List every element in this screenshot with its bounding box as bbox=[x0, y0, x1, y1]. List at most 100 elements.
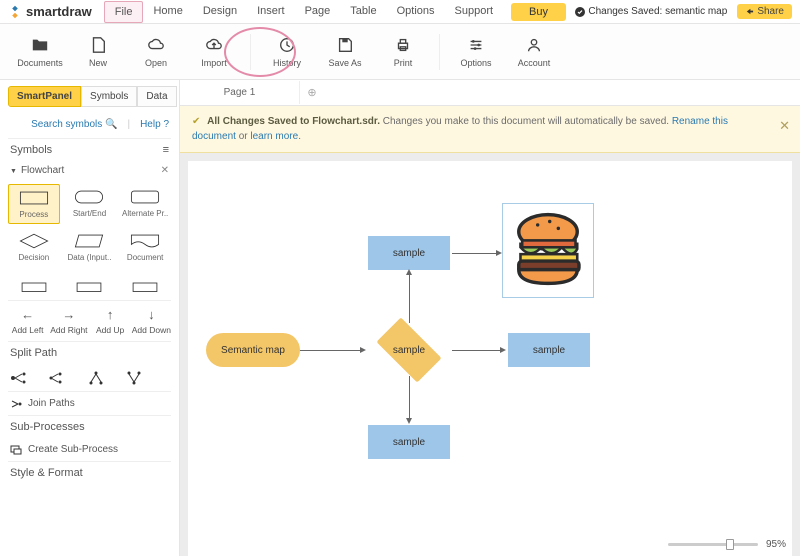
node-sample-right[interactable]: sample bbox=[508, 333, 590, 367]
toolbar-print[interactable]: Print bbox=[381, 36, 425, 68]
toolbar-documents[interactable]: Documents bbox=[18, 36, 62, 68]
style-format-head: Style & Format bbox=[8, 461, 171, 484]
symbol-process[interactable]: Process bbox=[8, 184, 60, 224]
save-status-text: Changes Saved: semantic map bbox=[588, 6, 727, 17]
symbol-partial[interactable] bbox=[119, 270, 171, 296]
notice-bold: All Changes Saved to Flowchart.sdr. bbox=[207, 116, 380, 127]
toolbar-new[interactable]: New bbox=[76, 36, 120, 68]
subprocess-head: Sub-Processes bbox=[8, 415, 171, 438]
brand-text: smartdraw bbox=[26, 4, 92, 19]
subprocess-icon bbox=[10, 445, 22, 455]
arrowhead bbox=[500, 347, 506, 353]
panel-tab-data[interactable]: Data bbox=[137, 86, 176, 107]
save-icon bbox=[336, 36, 354, 54]
symbol-partial[interactable] bbox=[8, 270, 60, 296]
learn-more-link[interactable]: learn more bbox=[250, 131, 298, 142]
buy-button[interactable]: Buy bbox=[511, 3, 566, 21]
add-left-button[interactable]: ←Add Left bbox=[8, 307, 47, 335]
add-right-button[interactable]: →Add Right bbox=[49, 307, 88, 335]
node-semantic-map[interactable]: Semantic map bbox=[206, 333, 300, 367]
menu-support[interactable]: Support bbox=[445, 1, 504, 23]
arrowhead bbox=[496, 250, 502, 256]
arrow-left-icon: ← bbox=[21, 307, 34, 322]
cloud-up-icon bbox=[205, 36, 223, 54]
zoom-bar: 95% bbox=[668, 539, 786, 550]
folder-icon bbox=[31, 36, 49, 54]
menu-table[interactable]: Table bbox=[340, 1, 386, 23]
file-icon bbox=[89, 36, 107, 54]
symbol-category-row[interactable]: ▼Flowchart ✕ bbox=[8, 161, 171, 180]
join-paths-button[interactable]: Join Paths bbox=[8, 391, 171, 415]
split-icon-3[interactable] bbox=[86, 371, 106, 385]
menu-options[interactable]: Options bbox=[387, 1, 445, 23]
menu-file[interactable]: File bbox=[104, 1, 144, 23]
zoom-slider[interactable] bbox=[668, 543, 758, 546]
share-button[interactable]: Share bbox=[737, 4, 792, 19]
symbol-data-input-[interactable]: Data (Input.. bbox=[64, 228, 116, 266]
check-circle-icon: ✔ bbox=[192, 116, 200, 127]
add-up-button[interactable]: ↑Add Up bbox=[91, 307, 130, 335]
close-icon[interactable]: ✕ bbox=[161, 165, 169, 176]
menu-design[interactable]: Design bbox=[193, 1, 247, 23]
toolbar-account[interactable]: Account bbox=[512, 36, 556, 68]
add-shape-row: ←Add Left→Add Right↑Add Up↓Add Down bbox=[8, 300, 171, 341]
panel-tabs: SmartPanelSymbolsData✕ bbox=[8, 86, 171, 107]
toolbar-save-as[interactable]: Save As bbox=[323, 36, 367, 68]
caret-down-icon: ▼ bbox=[10, 168, 17, 175]
toolbar-open[interactable]: Open bbox=[134, 36, 178, 68]
user-icon bbox=[525, 36, 543, 54]
add-page-button[interactable]: ⊕ bbox=[300, 86, 324, 99]
history-icon bbox=[278, 36, 296, 54]
arrow-diamond-to-bottom bbox=[409, 376, 410, 418]
notice-text: Changes you make to this document will a… bbox=[380, 116, 672, 127]
hamburger-icon[interactable]: ≡ bbox=[163, 144, 169, 156]
node-sample-bottom[interactable]: sample bbox=[368, 425, 450, 459]
flowchart-canvas[interactable]: Semantic map sample sample sample sample bbox=[188, 161, 792, 556]
print-icon bbox=[394, 36, 412, 54]
menu-insert[interactable]: Insert bbox=[247, 1, 295, 23]
symbol-grid: ProcessStart/EndAlternate Pr.. DecisionDa… bbox=[8, 180, 171, 270]
help-link[interactable]: Help ? bbox=[140, 119, 169, 130]
panel-tab-smartpanel[interactable]: SmartPanel bbox=[8, 86, 81, 107]
menu-page[interactable]: Page bbox=[295, 1, 341, 23]
split-icon-4[interactable] bbox=[124, 371, 144, 385]
toolbar-history[interactable]: History bbox=[265, 36, 309, 68]
toolbar-options[interactable]: Options bbox=[454, 36, 498, 68]
symbol-partial[interactable] bbox=[64, 270, 116, 296]
image-burger[interactable] bbox=[502, 203, 594, 298]
panel-tab-symbols[interactable]: Symbols bbox=[81, 86, 137, 107]
split-path-row bbox=[8, 364, 171, 391]
create-subprocess-button[interactable]: Create Sub-Process bbox=[8, 438, 171, 461]
toolbar-ribbon: Documents New Open Import History Save As Prin… bbox=[0, 24, 800, 80]
symbol-document[interactable]: Document bbox=[119, 228, 171, 266]
save-notice-banner: ✔ All Changes Saved to Flowchart.sdr. Ch… bbox=[180, 106, 800, 153]
zoom-thumb[interactable] bbox=[726, 539, 734, 550]
add-down-button[interactable]: ↓Add Down bbox=[132, 307, 171, 335]
menu-home[interactable]: Home bbox=[143, 1, 192, 23]
close-notice-icon[interactable]: ✕ bbox=[779, 116, 790, 136]
toolbar-import[interactable]: Import bbox=[192, 36, 236, 68]
arrow-diamond-to-right bbox=[452, 350, 500, 351]
node-sample-top[interactable]: sample bbox=[368, 236, 450, 270]
node-sample-diamond[interactable]: sample bbox=[369, 326, 449, 374]
split-icon-2[interactable] bbox=[48, 371, 68, 385]
symbol-start-end[interactable]: Start/End bbox=[64, 184, 116, 224]
page-tab-1[interactable]: Page 1 bbox=[180, 81, 300, 104]
arrowhead bbox=[360, 347, 366, 353]
search-symbols-link[interactable]: Search symbols 🔍 bbox=[31, 119, 117, 130]
split-path-head: Split Path bbox=[8, 341, 171, 364]
cloud-icon bbox=[147, 36, 165, 54]
symbol-alternate-pr-[interactable]: Alternate Pr.. bbox=[119, 184, 171, 224]
arrow-semantic-to-diamond bbox=[300, 350, 360, 351]
arrow-top-to-burger bbox=[452, 253, 496, 254]
symbol-decision[interactable]: Decision bbox=[8, 228, 60, 266]
join-icon bbox=[10, 399, 22, 409]
split-icon-1[interactable] bbox=[10, 371, 30, 385]
logo-icon bbox=[8, 5, 22, 19]
page-tabs: Page 1 ⊕ bbox=[180, 80, 800, 106]
arrow-right-icon: → bbox=[62, 307, 75, 322]
search-icon: 🔍 bbox=[105, 119, 117, 130]
logo[interactable]: smartdraw bbox=[8, 4, 92, 19]
arrowhead bbox=[406, 269, 412, 275]
save-status: Changes Saved: semantic map bbox=[575, 6, 727, 17]
